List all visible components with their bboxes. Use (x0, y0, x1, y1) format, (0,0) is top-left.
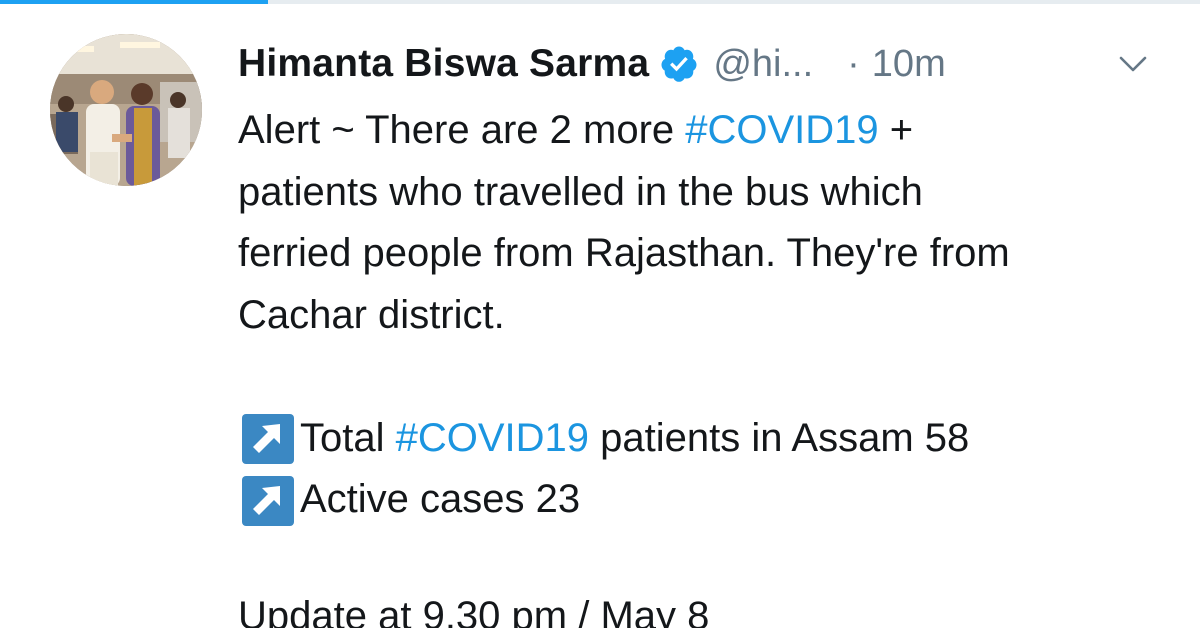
stat-line-active: Active cases 23 (238, 469, 1178, 531)
tweet-line: Alert ~ There are 2 more #COVID19 + (238, 100, 1178, 162)
user-handle[interactable]: @hi... (713, 43, 813, 86)
hashtag-link[interactable]: #COVID19 (396, 408, 589, 470)
text-segment: patients in Assam 58 (589, 415, 970, 460)
stat-line-total: Total #COVID19 patients in Assam 58 (238, 408, 1178, 470)
timestamp[interactable]: 10m (872, 43, 946, 86)
tweet-header: Himanta Biswa Sarma @hi... · 10m (238, 36, 1168, 92)
text-segment: Active cases 23 (300, 477, 581, 521)
up-right-arrow-emoji-icon (240, 472, 296, 528)
tweet-line: ferried people from Rajasthan. They're f… (238, 231, 1010, 275)
tweet-card: Himanta Biswa Sarma @hi... · 10m Alert ~… (0, 0, 1200, 628)
tweet-line: Cachar district. (238, 292, 505, 337)
text-segment: Alert ~ There are 2 more (238, 108, 686, 152)
hashtag-link[interactable]: #COVID19 (685, 108, 878, 152)
tweet-line: patients who travelled in the bus which (238, 169, 923, 214)
tweet-line-update: Update at 9.30 pm / May 8 (238, 594, 710, 628)
display-name[interactable]: Himanta Biswa Sarma (238, 42, 649, 86)
separator-dot: · (847, 42, 860, 85)
up-right-arrow-emoji-icon (240, 410, 296, 466)
verified-badge-icon (659, 44, 699, 84)
text-segment: + (878, 108, 914, 152)
chevron-down-icon[interactable] (1118, 52, 1148, 76)
text-segment: Total (300, 415, 396, 460)
tweet-text: Alert ~ There are 2 more #COVID19 + pati… (238, 100, 1178, 628)
avatar[interactable] (50, 34, 202, 186)
tab-indicator (0, 0, 268, 4)
